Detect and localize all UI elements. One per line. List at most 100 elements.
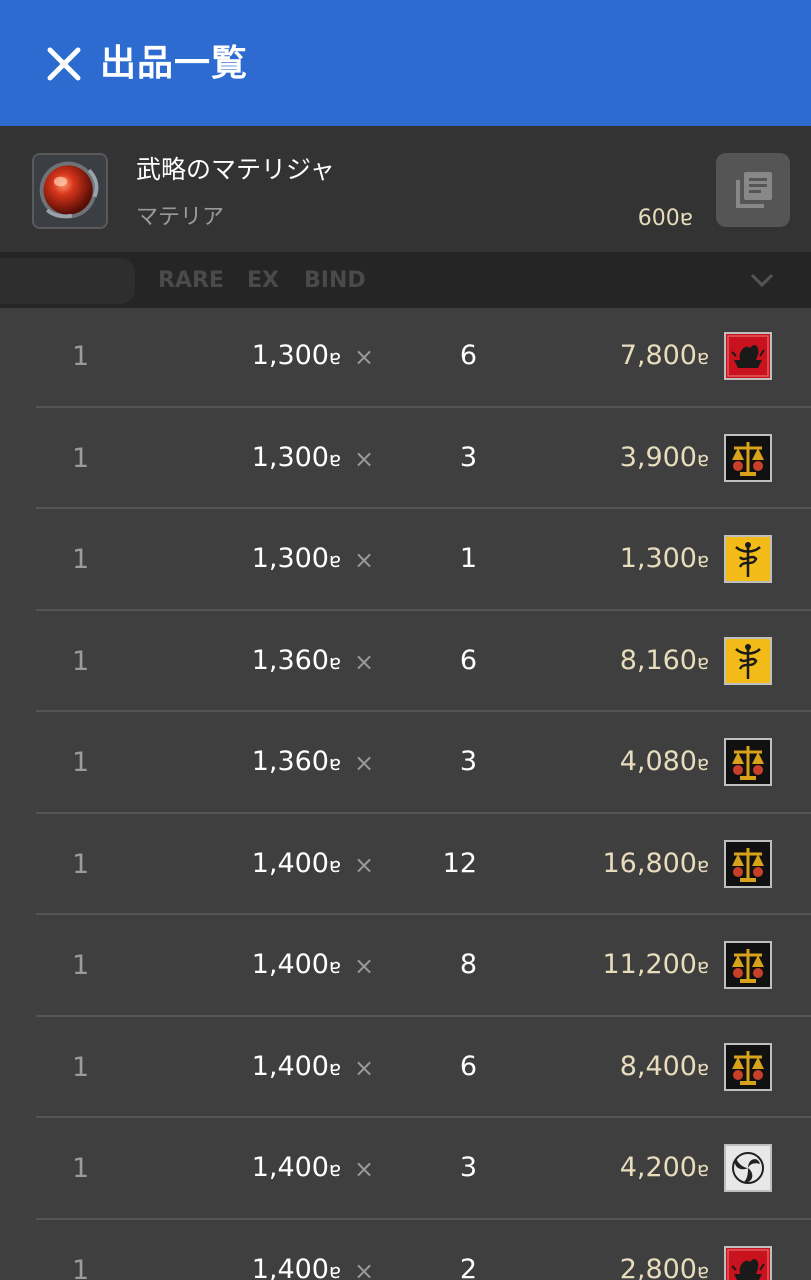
- close-button[interactable]: [40, 40, 88, 88]
- listing-total-price: 8,400ɐ: [619, 1050, 709, 1082]
- listing-unit-price: 1,360ɐ: [251, 746, 341, 777]
- listing-quantity: 3: [459, 746, 477, 777]
- listing-total-price: 7,800ɐ: [619, 340, 709, 371]
- listing-row[interactable]: 1 1,400ɐ × 6 8,400ɐ: [0, 1017, 811, 1118]
- multiply-icon: ×: [354, 749, 375, 777]
- gil-symbol: ɐ: [328, 345, 341, 369]
- gold-scales-crest-icon: [724, 1042, 772, 1091]
- multiply-icon: ×: [354, 444, 375, 473]
- listing-quantity: 1: [459, 543, 477, 574]
- filter-bind[interactable]: BIND: [304, 266, 366, 296]
- listing-unit-price: 1,400ɐ: [251, 949, 341, 980]
- gold-scales-crest-icon: [724, 433, 772, 482]
- listing-hq-count: 1: [72, 341, 90, 372]
- listing-hq-count: 1: [72, 1051, 90, 1083]
- white-triskele-crest-icon: [724, 1144, 772, 1192]
- listing-hq-count: 1: [72, 950, 90, 981]
- gil-symbol: ɐ: [328, 548, 341, 572]
- listing-total-price: 11,200ɐ: [602, 949, 710, 980]
- close-icon: [47, 47, 81, 81]
- history-list-icon: [736, 172, 772, 208]
- listing-row[interactable]: 1 1,400ɐ × 3 4,200ɐ: [0, 1118, 811, 1220]
- gold-scales-crest-icon: [724, 941, 772, 989]
- materia-item-icon: [32, 153, 108, 229]
- listing-unit-price: 1,300ɐ: [251, 441, 341, 473]
- listing-row[interactable]: 1 1,300ɐ × 3 3,900ɐ: [0, 408, 811, 509]
- gil-symbol: ɐ: [328, 852, 341, 877]
- gil-symbol: ɐ: [696, 649, 709, 674]
- listing-total-price: 1,300ɐ: [619, 543, 709, 574]
- chevron-down-icon[interactable]: [748, 266, 776, 294]
- multiply-icon: ×: [354, 546, 375, 574]
- listing-row[interactable]: 1 1,400ɐ × 2 2,800ɐ: [0, 1220, 811, 1280]
- listing-total-price: 3,900ɐ: [619, 441, 709, 473]
- gil-symbol: ɐ: [328, 954, 341, 978]
- gil-symbol: ɐ: [328, 446, 341, 471]
- gil-symbol: ɐ: [696, 1258, 709, 1280]
- listing-hq-count: 1: [72, 544, 90, 575]
- gil-symbol: ɐ: [696, 954, 709, 978]
- yellow-caduceus-crest-icon: [724, 535, 772, 583]
- red-bird-crest-icon: [724, 332, 772, 380]
- multiply-icon: ×: [354, 1053, 375, 1082]
- listing-unit-price: 1,400ɐ: [251, 1050, 341, 1082]
- item-price: 600ɐ: [637, 206, 693, 231]
- listing-hq-count: 1: [72, 1254, 90, 1280]
- listing-quantity: 12: [442, 847, 477, 879]
- multiply-icon: ×: [354, 647, 375, 676]
- red-bird-crest-icon: [724, 1245, 772, 1280]
- gil-symbol: ɐ: [696, 852, 709, 877]
- listing-unit-price: 1,400ɐ: [251, 1152, 341, 1183]
- multiply-icon: ×: [354, 850, 375, 879]
- listing-quantity: 6: [459, 340, 477, 371]
- listing-total-price: 16,800ɐ: [602, 847, 710, 879]
- top-bar: 出品一覧: [0, 0, 811, 126]
- listing-unit-price: 1,400ɐ: [252, 1252, 341, 1280]
- listing-quantity: 6: [459, 1050, 477, 1082]
- listing-hq-count: 1: [72, 442, 90, 474]
- listing-row[interactable]: 1 1,400ɐ × 8 11,200ɐ: [0, 915, 811, 1017]
- item-category: マテリア: [136, 205, 225, 230]
- gold-scales-crest-icon: [724, 738, 772, 786]
- listing-quantity: 8: [459, 949, 477, 980]
- listing-total-price: 8,160ɐ: [619, 644, 709, 676]
- item-name: 武略のマテリジャ: [136, 155, 335, 184]
- listing-hq-count: 1: [72, 848, 90, 880]
- listing-hq-count: 1: [72, 1153, 90, 1184]
- listing-unit-price: 1,400ɐ: [251, 847, 341, 879]
- listing-quantity: 6: [459, 644, 477, 676]
- gil-symbol: ɐ: [328, 1157, 341, 1181]
- multiply-icon: ×: [354, 952, 375, 980]
- gil-symbol: ɐ: [328, 649, 341, 674]
- gil-symbol: ɐ: [696, 345, 709, 369]
- listing-quantity: 3: [459, 1152, 477, 1183]
- listing-hq-count: 1: [72, 645, 90, 677]
- gil-symbol: ɐ: [696, 1055, 709, 1080]
- filter-slot[interactable]: [0, 258, 135, 304]
- listing-row[interactable]: 1 1,300ɐ × 1 1,300ɐ: [0, 509, 811, 611]
- yellow-caduceus-crest-icon: [724, 636, 772, 685]
- listing-unit-price: 1,360ɐ: [251, 644, 341, 676]
- listing-row[interactable]: 1 1,400ɐ × 12 16,800ɐ: [0, 814, 811, 915]
- gil-symbol: ɐ: [696, 548, 709, 572]
- listing-row[interactable]: 1 1,360ɐ × 6 8,160ɐ: [0, 611, 811, 712]
- history-button[interactable]: [716, 153, 790, 227]
- listing-hq-count: 1: [72, 747, 90, 778]
- listing-unit-price: 1,300ɐ: [251, 340, 341, 371]
- gil-symbol: ɐ: [328, 1055, 341, 1080]
- page-title: 出品一覧: [100, 43, 249, 84]
- multiply-icon: ×: [354, 343, 375, 371]
- gil-symbol: ɐ: [696, 751, 709, 775]
- listing-row[interactable]: 1 1,300ɐ × 6 7,800ɐ: [0, 306, 811, 408]
- gil-symbol: ɐ: [328, 1258, 341, 1280]
- filter-rare[interactable]: RARE: [158, 266, 224, 296]
- filter-ex[interactable]: EX: [247, 266, 279, 296]
- listing-unit-price: 1,300ɐ: [251, 543, 341, 574]
- multiply-icon: ×: [354, 1155, 375, 1183]
- gil-symbol: ɐ: [696, 1157, 709, 1181]
- listing-row[interactable]: 1 1,360ɐ × 3 4,080ɐ: [0, 712, 811, 814]
- listing-list: 1 1,300ɐ × 6 7,800ɐ 1 1,300ɐ × 3 3,900ɐ …: [0, 306, 811, 1280]
- listing-quantity: 3: [459, 441, 477, 473]
- listing-quantity: 2: [459, 1253, 477, 1280]
- listing-total-price: 2,800ɐ: [620, 1252, 709, 1280]
